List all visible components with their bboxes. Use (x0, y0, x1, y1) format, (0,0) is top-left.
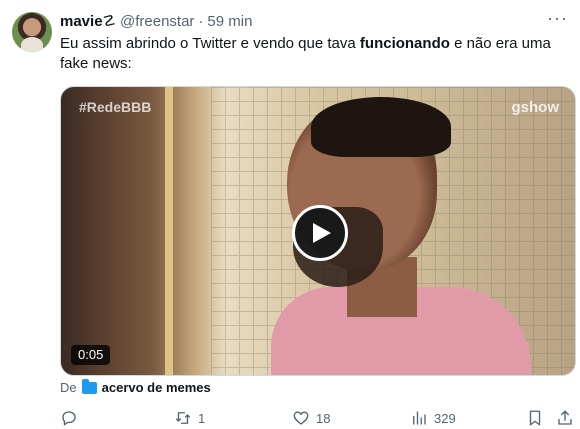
heart-icon (293, 411, 309, 425)
share-icon (558, 410, 572, 425)
author-handle[interactable]: @freenstar (120, 13, 194, 30)
avatar[interactable] (12, 12, 52, 52)
video-duration: 0:05 (71, 345, 111, 365)
play-icon (313, 223, 331, 243)
author-name[interactable]: mavie (60, 13, 103, 30)
tweet-text: Eu assim abrindo o Twitter e vendo que t… (60, 34, 560, 74)
source-prefix: De (60, 380, 77, 395)
folder-icon (81, 378, 97, 394)
bookmark-icon (529, 410, 541, 426)
tweet-actions: 1 18 329 (56, 408, 576, 428)
reply-icon (62, 411, 76, 426)
video-hashtag-overlay: #RedeBBB (79, 99, 152, 115)
retweet-icon (175, 412, 191, 424)
views-chart-icon (413, 411, 426, 425)
tweet-time[interactable]: 59 min (207, 13, 252, 30)
tweet-text-bold: funcionando (359, 35, 450, 52)
video-background-light (165, 87, 173, 375)
author-badge: ☡ (102, 13, 116, 30)
video-player[interactable]: #RedeBBB gshow 0:05 (60, 86, 576, 376)
video-brand-overlay: gshow (511, 99, 560, 116)
separator-dot: · (198, 12, 204, 30)
tweet-header: mavie ☡ @freenstar · 59 min ··· (60, 9, 568, 31)
reply-button[interactable] (60, 408, 84, 428)
bookmark-button[interactable] (526, 408, 544, 428)
views-count: 329 (434, 410, 456, 426)
collection-link[interactable]: acervo de memes (102, 380, 211, 395)
video-person-hair (311, 97, 451, 157)
retweet-count: 1 (198, 410, 206, 426)
views-button[interactable]: 329 (410, 408, 456, 428)
retweet-button[interactable]: 1 (174, 408, 205, 428)
like-button[interactable]: 18 (292, 408, 330, 428)
share-button[interactable] (556, 408, 574, 428)
tweet-text-part: Eu assim abrindo o Twitter e vendo que t… (60, 35, 360, 52)
like-count: 18 (316, 410, 331, 426)
collection-source: De acervo de memes (60, 378, 211, 395)
play-button[interactable] (292, 205, 348, 261)
more-options-icon[interactable]: ··· (547, 9, 568, 27)
